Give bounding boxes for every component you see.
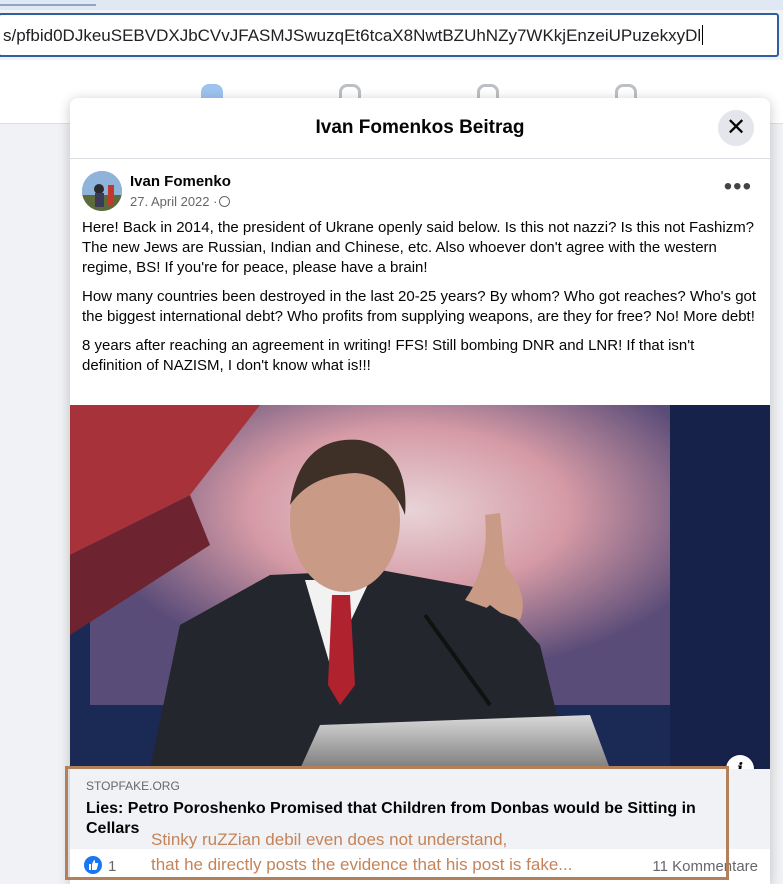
post-paragraph: 8 years after reaching an agreement in w… (82, 337, 695, 374)
speaker-photo (70, 405, 770, 769)
more-options-icon: ••• (723, 173, 752, 200)
author-name[interactable]: Ivan Fomenko (130, 173, 231, 190)
post-date-text[interactable]: 27. April 2022 · (130, 194, 217, 209)
more-options-button[interactable]: ••• (724, 175, 752, 199)
groups-icon[interactable] (477, 84, 499, 98)
home-icon[interactable] (201, 84, 223, 98)
dialog-header: Ivan Fomenkos Beitrag ✕ (70, 98, 770, 159)
post-date[interactable]: 27. April 2022 · (130, 194, 231, 209)
avatar[interactable] (82, 171, 122, 211)
post-image[interactable] (70, 405, 770, 769)
post-header: Ivan Fomenko 27. April 2022 · ••• (70, 159, 770, 215)
annotation-text: Stinky ruZZian debil even does not under… (151, 827, 572, 877)
url-text[interactable]: s/pfbid0DJkeuSEBVDXJbCVvJFASMJSwuzqEt6tc… (3, 26, 701, 45)
dialog-title: Ivan Fomenkos Beitrag (315, 117, 525, 138)
avatar-image (82, 171, 122, 211)
tab-indicator (0, 4, 96, 6)
globe-icon (219, 196, 231, 207)
browser-tab-strip (0, 0, 783, 10)
gaming-icon[interactable] (615, 84, 637, 98)
marketplace-icon[interactable] (339, 84, 361, 98)
annotation-line: Stinky ruZZian debil even does not under… (151, 830, 508, 849)
close-button[interactable]: ✕ (718, 110, 754, 146)
post-paragraph: Here! Back in 2014, the president of Ukr… (82, 219, 755, 276)
close-icon: ✕ (725, 114, 747, 141)
post-paragraph: How many countries been destroyed in the… (82, 288, 757, 325)
text-caret (702, 25, 704, 45)
address-bar[interactable]: s/pfbid0DJkeuSEBVDXJbCVvJFASMJSwuzqEt6tc… (0, 13, 779, 57)
annotation-line: that he directly posts the evidence that… (151, 855, 573, 874)
post-body: Here! Back in 2014, the president of Ukr… (70, 215, 770, 376)
